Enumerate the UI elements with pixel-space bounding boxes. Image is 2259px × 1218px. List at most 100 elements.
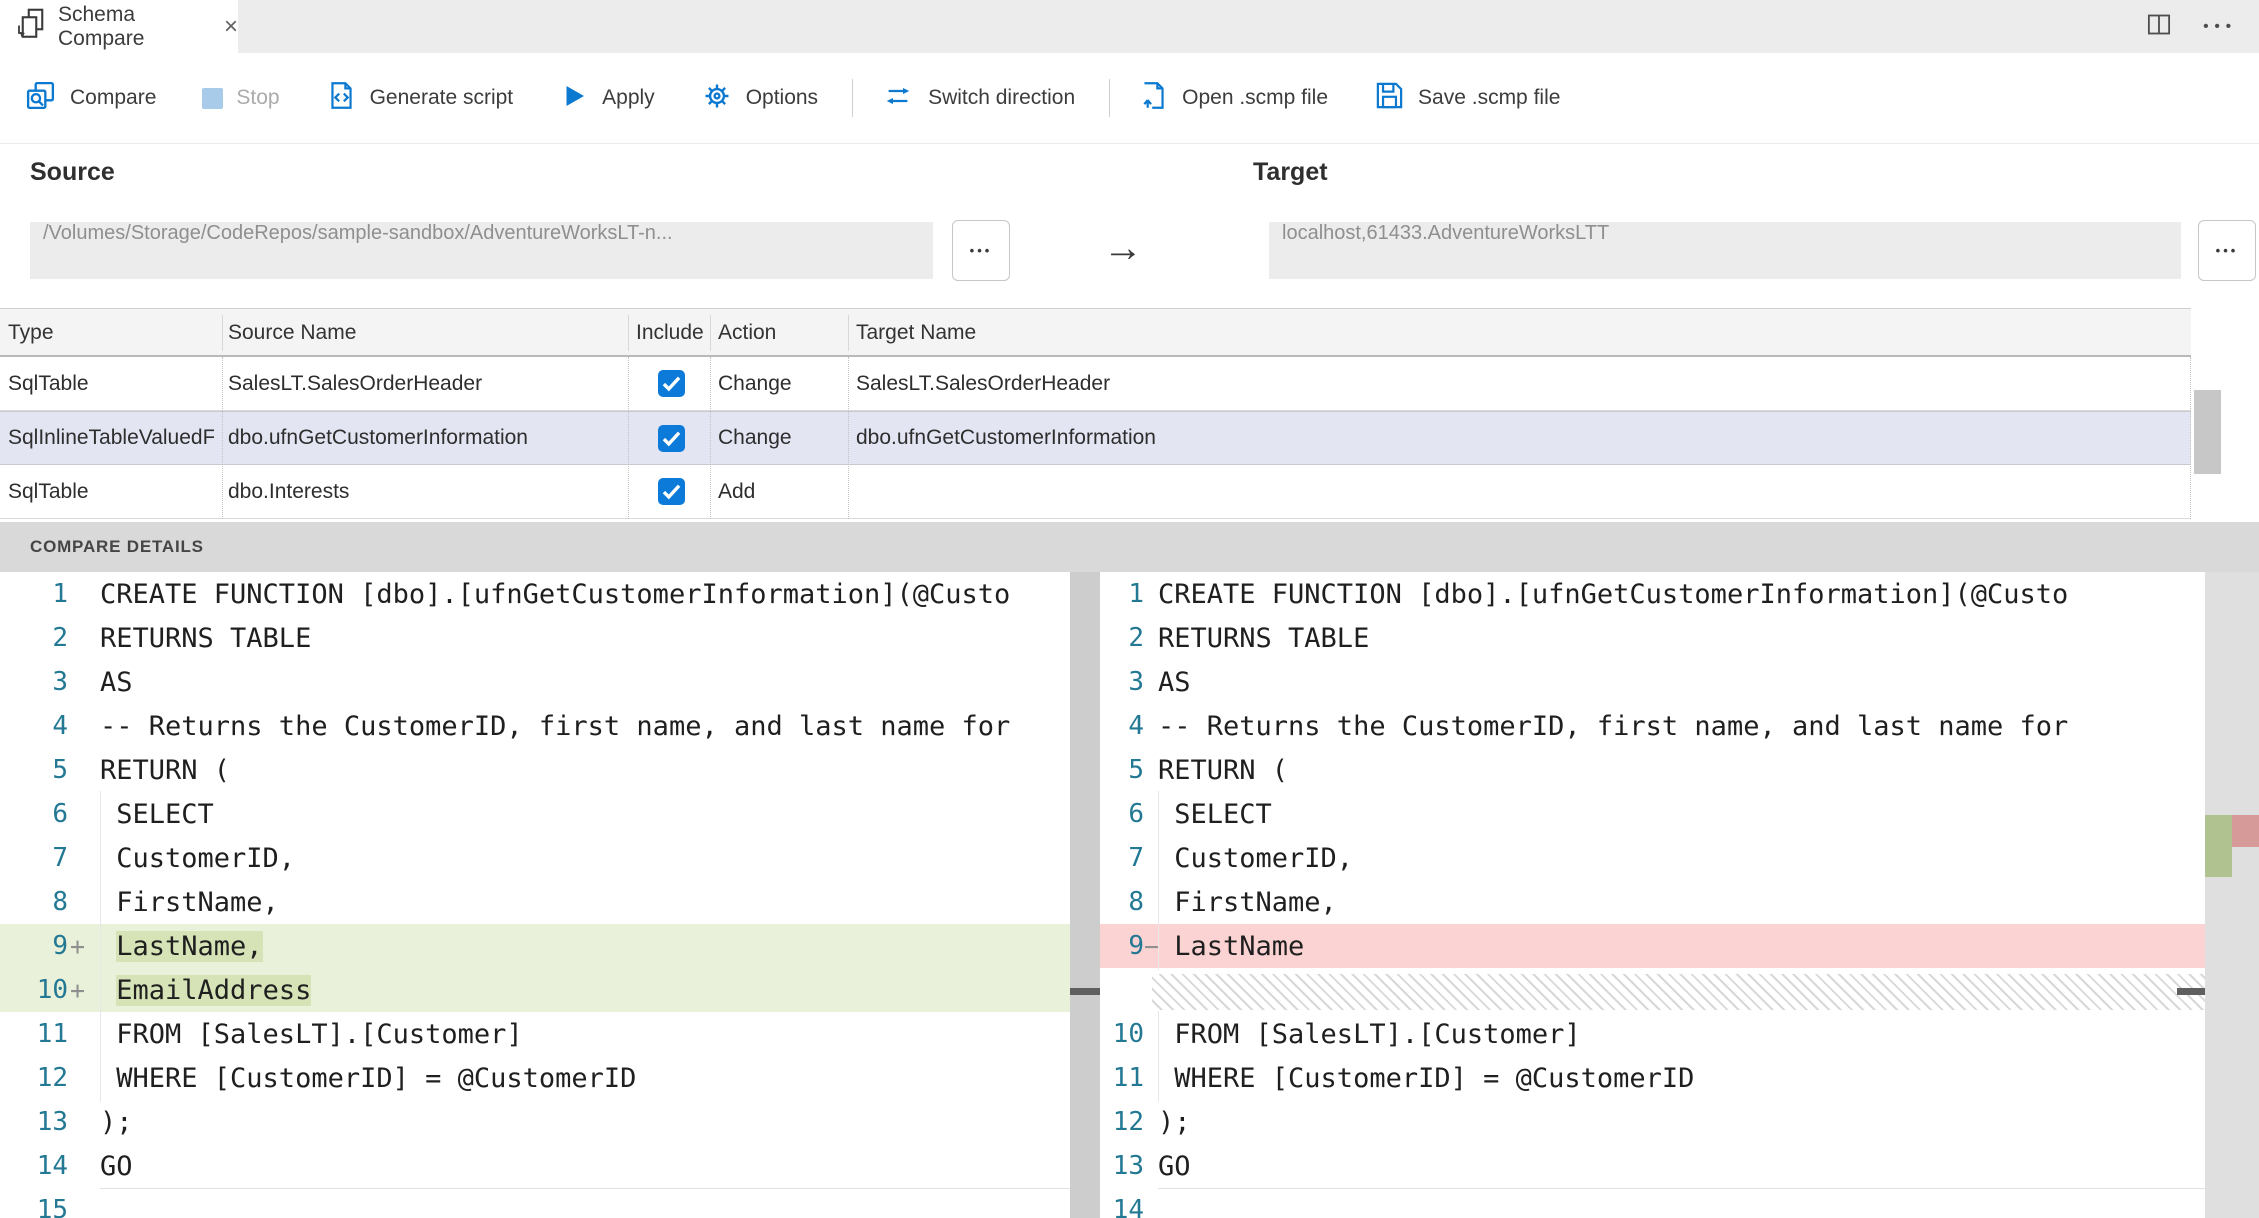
code-text: FirstName,	[1158, 878, 2259, 926]
options-button[interactable]: Options	[701, 80, 818, 117]
line-number: 8	[52, 887, 68, 917]
switch-direction-label: Switch direction	[928, 86, 1076, 109]
code-text: CustomerID,	[100, 834, 1100, 882]
code-text: CREATE FUNCTION [dbo].[ufnGetCustomerInf…	[1158, 578, 2069, 610]
save-icon	[1374, 80, 1405, 116]
grid-scrollbar-thumb[interactable]	[2194, 390, 2221, 474]
line-number: 2	[52, 623, 68, 653]
column-header-target-name[interactable]: Target Name	[856, 309, 976, 356]
stop-button[interactable]: Stop	[202, 86, 280, 110]
code-line[interactable]: 6 SELECT	[1100, 790, 2259, 838]
table-row[interactable]: SqlInlineTableValuedFu... dbo.ufnGetCusto…	[0, 411, 2191, 465]
code-line[interactable]: 11 WHERE [CustomerID] = @CustomerID	[1100, 1054, 2259, 1102]
include-checkbox[interactable]	[658, 425, 685, 452]
code-line[interactable]: 11 FROM [SalesLT].[Customer]	[0, 1010, 1100, 1058]
code-line[interactable]: 6 SELECT	[0, 790, 1100, 838]
line-number: 1	[52, 579, 68, 609]
cell-type: SqlTable	[8, 479, 89, 503]
target-scrollbar-marker	[2177, 988, 2205, 995]
direction-arrow-icon: →	[1103, 226, 1143, 270]
column-header-include[interactable]: Include	[636, 309, 704, 356]
switch-direction-icon	[881, 81, 915, 116]
gear-icon	[701, 80, 733, 117]
toolbar-separator	[1109, 79, 1111, 117]
more-actions-icon[interactable]: •••	[2203, 18, 2237, 35]
code-line[interactable]: 1 CREATE FUNCTION [dbo].[ufnGetCustomerIn…	[0, 572, 1100, 616]
cell-source-name: SalesLT.SalesOrderHeader	[228, 371, 483, 395]
target-browse-button[interactable]: •••	[2198, 220, 2256, 281]
code-line[interactable]: 10 FROM [SalesLT].[Customer]	[1100, 1010, 2259, 1058]
code-line[interactable]: 3 AS	[0, 660, 1100, 704]
code-text: );	[100, 1106, 133, 1138]
code-line[interactable]: 4 -- Returns the CustomerID, first name, …	[0, 704, 1100, 748]
code-line[interactable]: 8 FirstName,	[0, 878, 1100, 926]
code-line[interactable]: 9− LastName	[1100, 922, 2259, 970]
generate-script-button[interactable]: Generate script	[326, 79, 513, 117]
code-line[interactable]: 2 RETURNS TABLE	[0, 616, 1100, 660]
cell-source-name: dbo.ufnGetCustomerInformation	[228, 426, 528, 449]
tab-close-icon[interactable]: ×	[224, 14, 238, 39]
code-line[interactable]: 15	[0, 1188, 1100, 1218]
code-line[interactable]: 13);	[0, 1100, 1100, 1144]
column-header-type[interactable]: Type	[8, 309, 54, 356]
code-line[interactable]: 5 RETURN (	[1100, 748, 2259, 792]
code-text: SELECT	[100, 790, 1100, 838]
code-line[interactable]: 5 RETURN (	[0, 748, 1100, 792]
code-text: AS	[1158, 666, 1191, 698]
header-divider	[848, 315, 849, 351]
code-line[interactable]: 7 CustomerID,	[1100, 834, 2259, 882]
code-line[interactable]: 14	[1100, 1188, 2259, 1218]
code-line[interactable]: 9 + LastName,	[0, 922, 1100, 970]
line-number: 3	[1128, 667, 1144, 697]
table-row[interactable]: SqlTable SalesLT.SalesOrderHeader Change S…	[0, 357, 2191, 411]
split-editor-icon[interactable]	[2145, 11, 2173, 43]
stop-label: Stop	[236, 86, 280, 109]
schema-compare-window: Schema Compare × ••• Compare Stop Genera…	[0, 0, 2259, 1218]
toolbar-separator	[852, 79, 854, 117]
stop-icon	[202, 87, 224, 109]
line-number: 5	[52, 755, 68, 785]
open-scmp-button[interactable]: Open .scmp file	[1138, 79, 1328, 117]
include-checkbox[interactable]	[658, 478, 685, 505]
code-line[interactable]: 12 WHERE [CustomerID] = @CustomerID	[0, 1054, 1100, 1102]
source-editor-scrollbar[interactable]	[1070, 572, 1100, 1218]
code-line[interactable]: 10 + EmailAddress	[0, 966, 1100, 1014]
save-scmp-button[interactable]: Save .scmp file	[1374, 80, 1560, 116]
code-line[interactable]: 4 -- Returns the CustomerID, first name, …	[1100, 704, 2259, 748]
column-header-action[interactable]: Action	[718, 309, 776, 356]
code-line[interactable]: 3 AS	[1100, 660, 2259, 704]
switch-direction-button[interactable]: Switch direction	[881, 81, 1075, 116]
compare-button[interactable]: Compare	[24, 79, 156, 117]
code-text	[100, 1188, 1100, 1218]
diff-overview-ruler[interactable]	[2205, 572, 2259, 1218]
diff-editor-target[interactable]: 1 CREATE FUNCTION [dbo].[ufnGetCustomerIn…	[1100, 572, 2259, 1218]
code-line[interactable]: 7 CustomerID,	[0, 834, 1100, 882]
cell-target-name	[856, 465, 2176, 518]
column-divider	[222, 357, 223, 519]
line-number: 9	[52, 931, 68, 961]
code-line[interactable]: 1 CREATE FUNCTION [dbo].[ufnGetCustomerIn…	[1100, 572, 2259, 616]
tab-schema-compare[interactable]: Schema Compare ×	[0, 0, 238, 53]
diff-filler-line[interactable]	[1100, 968, 2259, 1012]
source-browse-button[interactable]: •••	[952, 220, 1010, 281]
source-path-field[interactable]: /Volumes/Storage/CodeRepos/sample-sandbo…	[30, 222, 933, 279]
diff-editor-source[interactable]: 1 CREATE FUNCTION [dbo].[ufnGetCustomerIn…	[0, 572, 1100, 1218]
compare-details-title: COMPARE DETAILS	[30, 537, 204, 556]
code-line[interactable]: 13 GO	[1100, 1144, 2259, 1188]
cell-target-name: dbo.ufnGetCustomerInformation	[856, 426, 1156, 449]
line-number: 3	[52, 667, 68, 697]
line-number: 15	[36, 1195, 68, 1218]
code-line[interactable]: 14 GO	[0, 1144, 1100, 1188]
tab-title: Schema Compare	[58, 2, 145, 50]
code-line[interactable]: 8 FirstName,	[1100, 878, 2259, 926]
cell-type: SqlInlineTableValuedFu...	[8, 426, 214, 449]
apply-button[interactable]: Apply	[559, 81, 655, 116]
code-line[interactable]: 12);	[1100, 1100, 2259, 1144]
target-path-field[interactable]: localhost,61433.AdventureWorksLTT	[1269, 222, 2181, 279]
include-checkbox[interactable]	[658, 370, 685, 397]
table-row[interactable]: SqlTable dbo.Interests Add	[0, 465, 2191, 519]
column-header-source-name[interactable]: Source Name	[228, 309, 356, 356]
compare-label: Compare	[70, 86, 157, 109]
code-line[interactable]: 2 RETURNS TABLE	[1100, 616, 2259, 660]
code-text: RETURN (	[1158, 754, 1289, 786]
